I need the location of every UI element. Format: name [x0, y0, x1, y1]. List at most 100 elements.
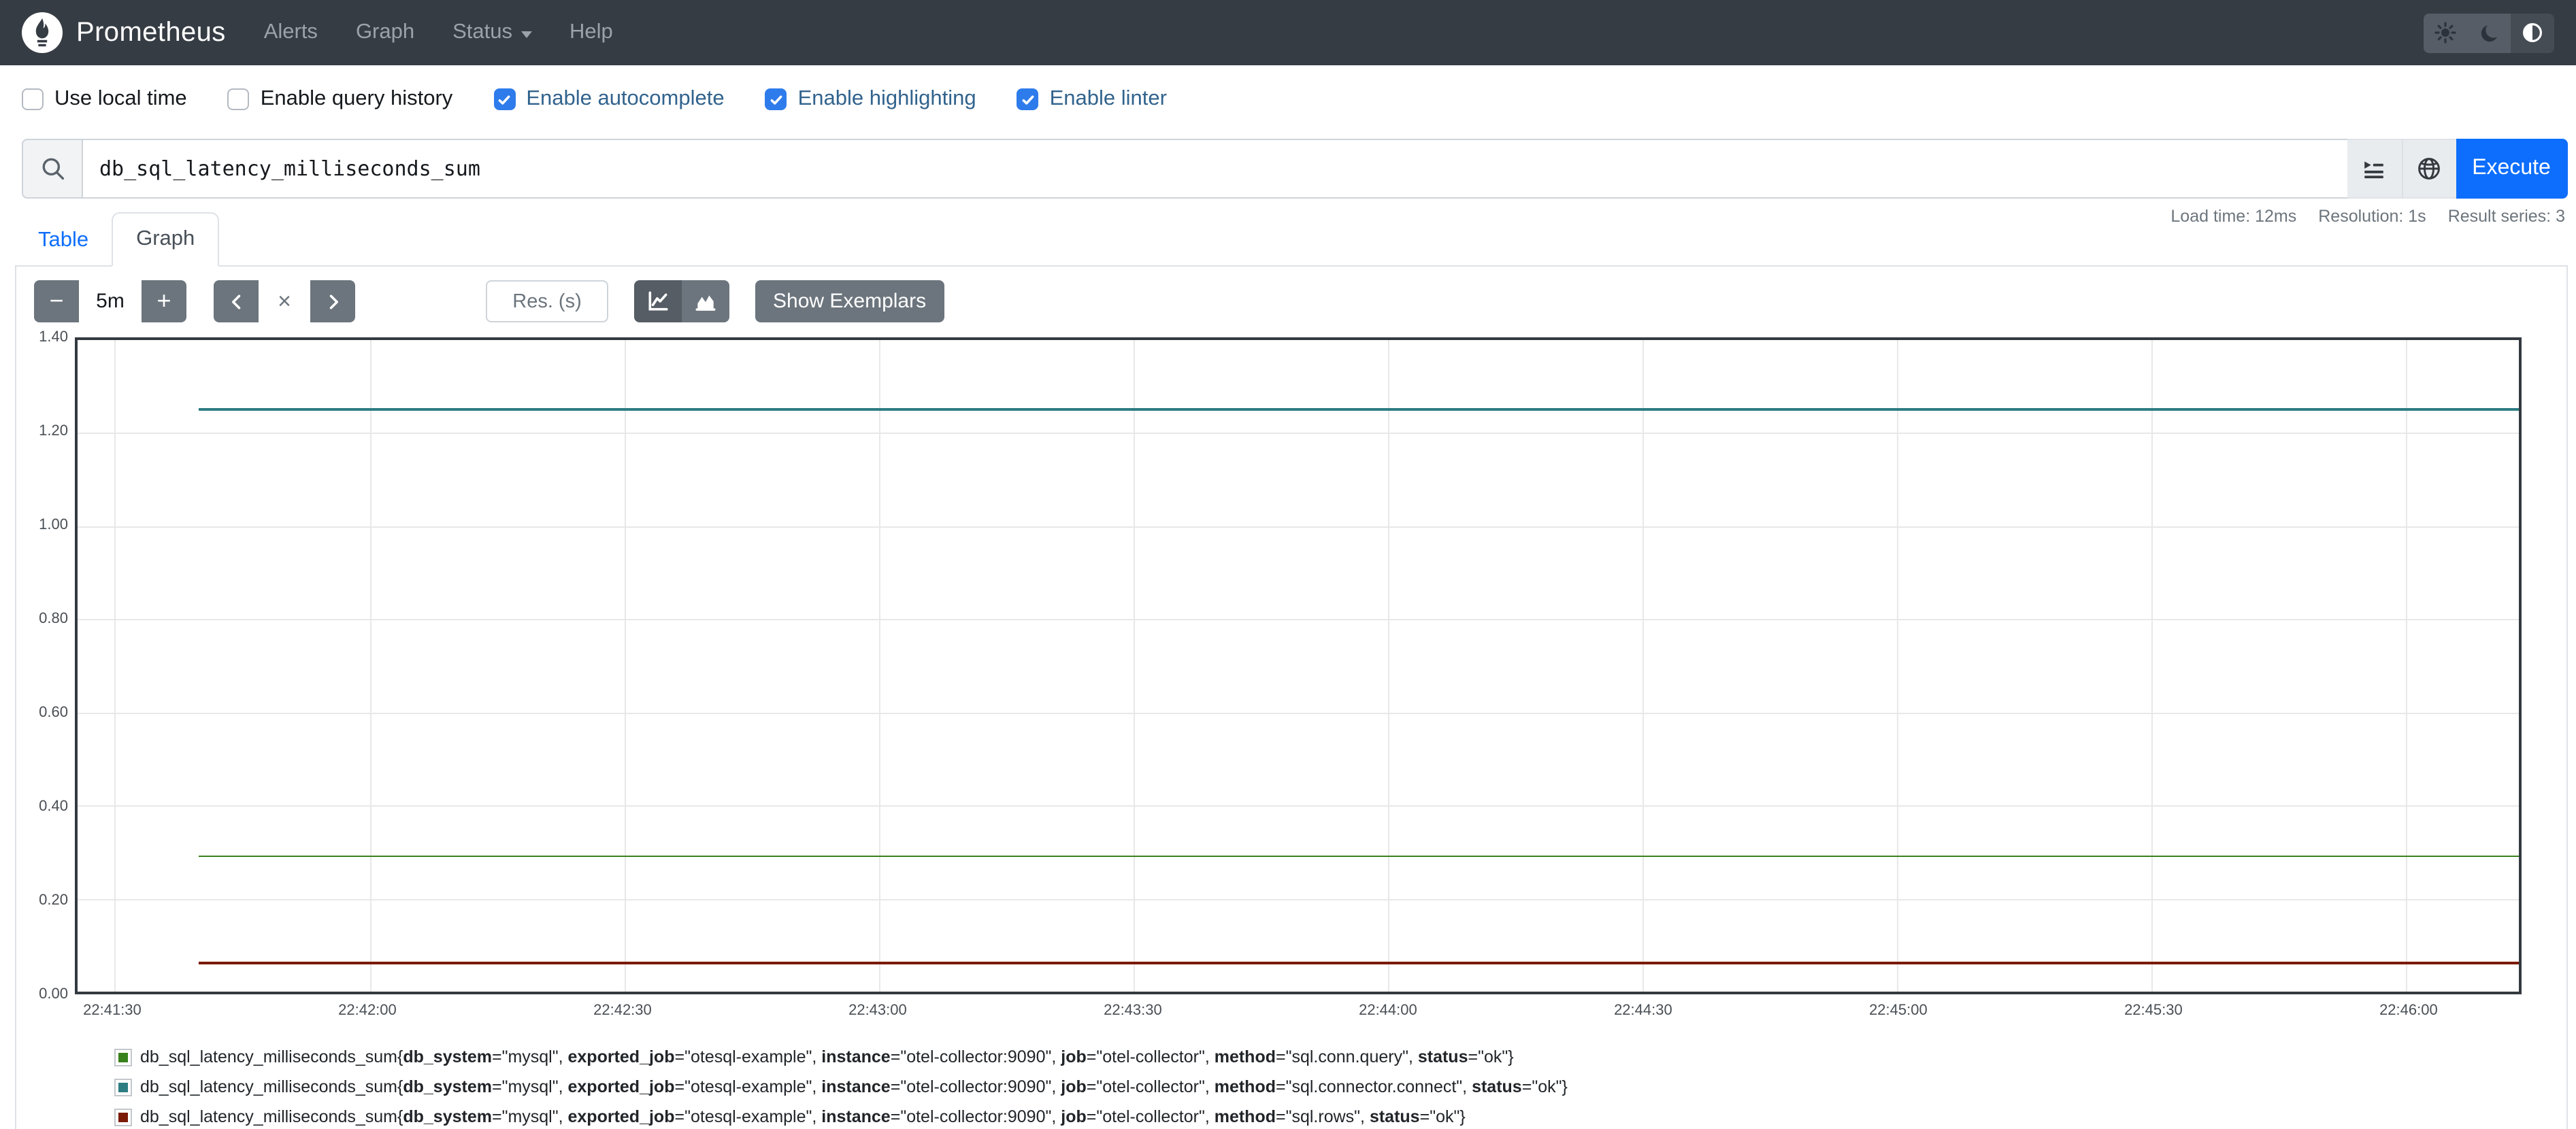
legend-text: db_sql_latency_milliseconds_sum{db_syste… — [140, 1107, 1466, 1126]
shift-back-button[interactable] — [214, 280, 259, 322]
legend-item[interactable]: db_sql_latency_milliseconds_sum{db_syste… — [114, 1072, 1568, 1102]
v-gridline — [2151, 340, 2153, 992]
x-axis-labels: 22:41:3022:42:0022:42:3022:43:0022:43:30… — [74, 1002, 2521, 1022]
line-chart-icon — [646, 290, 670, 313]
chevron-right-icon — [323, 292, 342, 311]
v-gridline — [1133, 340, 1134, 992]
show-exemplars-button[interactable]: Show Exemplars — [755, 280, 944, 322]
x-tick-label: 22:41:30 — [69, 1002, 156, 1019]
x-tick-label: 22:46:00 — [2365, 1002, 2452, 1019]
chart-type-toggle — [634, 280, 729, 322]
line-chart-toggle-button[interactable] — [634, 280, 682, 322]
shift-forward-button[interactable] — [310, 280, 355, 322]
stacked-chart-icon — [694, 290, 717, 313]
light-theme-sun-icon[interactable] — [2424, 13, 2467, 52]
panel-tabs: Table Graph — [15, 209, 2567, 267]
execute-button[interactable]: Execute — [2456, 139, 2567, 199]
tab-graph[interactable]: Graph — [112, 212, 219, 267]
v-gridline — [1388, 340, 1389, 992]
legend-swatch — [114, 1108, 132, 1126]
clear-time-button[interactable]: × — [259, 280, 310, 322]
y-tick-label: 0.40 — [16, 798, 68, 815]
graph-panel: − + × — [15, 267, 2567, 1129]
increase-range-button[interactable]: + — [142, 280, 186, 322]
query-expression-input[interactable] — [82, 139, 2347, 199]
caret-down-icon — [521, 31, 531, 37]
x-tick-label: 22:43:00 — [834, 1002, 921, 1019]
y-tick-label: 1.40 — [16, 329, 68, 346]
nav-link-status[interactable]: Status — [452, 20, 531, 45]
checkbox-label: Enable query history — [261, 87, 453, 112]
page: Prometheus Alerts Graph Status Help — [0, 0, 2576, 1129]
plot-area[interactable] — [74, 337, 2521, 994]
legend-swatch — [114, 1078, 132, 1096]
time-shift-group: × — [214, 280, 355, 322]
metrics-explorer-icon — [2362, 157, 2385, 180]
unchecked-checkbox-icon — [22, 88, 44, 110]
auto-theme-contrast-icon[interactable] — [2511, 13, 2554, 52]
x-tick-label: 22:45:00 — [1855, 1002, 1942, 1019]
v-gridline — [2406, 340, 2407, 992]
v-gridline — [1897, 340, 1898, 992]
v-gridline — [369, 340, 371, 992]
graph-controls: − + × — [34, 280, 2548, 322]
v-gridline — [115, 340, 116, 992]
y-tick-label: 1.00 — [16, 517, 68, 533]
dark-theme-moon-icon[interactable] — [2467, 13, 2511, 52]
checkbox-enable-highlighting[interactable]: Enable highlighting — [765, 87, 976, 112]
y-tick-label: 0.60 — [16, 705, 68, 721]
range-input[interactable] — [79, 290, 142, 313]
chevron-left-icon — [227, 292, 246, 311]
globe-icon — [2417, 156, 2441, 181]
checkbox-label: Enable linter — [1050, 87, 1167, 112]
y-tick-label: 0.20 — [16, 892, 68, 909]
brand-name: Prometheus — [76, 17, 226, 48]
x-tick-label: 22:42:00 — [324, 1002, 411, 1019]
legend-text: db_sql_latency_milliseconds_sum{db_syste… — [140, 1047, 1514, 1066]
y-tick-label: 0.80 — [16, 611, 68, 627]
y-tick-label: 1.20 — [16, 423, 68, 439]
checkbox-use-local-time[interactable]: Use local time — [22, 87, 187, 112]
x-tick-label: 22:44:00 — [1344, 1002, 1432, 1019]
checkbox-label: Enable autocomplete — [526, 87, 724, 112]
legend-item[interactable]: db_sql_latency_milliseconds_sum{db_syste… — [114, 1102, 1568, 1129]
checkbox-label: Enable highlighting — [798, 87, 976, 112]
x-tick-label: 22:42:30 — [579, 1002, 666, 1019]
v-gridline — [624, 340, 625, 992]
prometheus-brand[interactable]: Prometheus — [22, 12, 226, 53]
x-tick-label: 22:43:30 — [1089, 1002, 1176, 1019]
metrics-explorer-button[interactable] — [2347, 139, 2401, 199]
unchecked-checkbox-icon — [228, 88, 250, 110]
nav-link-graph[interactable]: Graph — [356, 20, 414, 45]
legend-swatch — [114, 1048, 132, 1066]
series-line — [199, 962, 2518, 964]
decrease-range-button[interactable]: − — [34, 280, 79, 322]
checkbox-enable-query-history[interactable]: Enable query history — [228, 87, 453, 112]
chart-legend: db_sql_latency_milliseconds_sum{db_syste… — [114, 1042, 1568, 1129]
y-axis-labels: 0.000.200.400.600.801.001.201.40 — [16, 337, 68, 994]
nav-link-alerts[interactable]: Alerts — [264, 20, 318, 45]
navbar: Prometheus Alerts Graph Status Help — [0, 0, 2576, 65]
x-tick-label: 22:45:30 — [2110, 1002, 2197, 1019]
y-tick-label: 0.00 — [16, 986, 68, 1002]
checkbox-enable-linter[interactable]: Enable linter — [1017, 87, 1167, 112]
checkbox-enable-autocomplete[interactable]: Enable autocomplete — [493, 87, 724, 112]
checked-checkbox-icon — [1017, 88, 1039, 110]
v-gridline — [878, 340, 880, 992]
series-line — [199, 856, 2518, 858]
resolution-input[interactable] — [486, 280, 608, 322]
search-icon — [22, 139, 82, 199]
checked-checkbox-icon — [493, 88, 515, 110]
stacked-chart-toggle-button[interactable] — [682, 280, 729, 322]
v-gridline — [1642, 340, 1644, 992]
local-time-globe-button[interactable] — [2401, 139, 2456, 199]
tab-table[interactable]: Table — [15, 215, 112, 267]
x-tick-label: 22:44:30 — [1600, 1002, 1687, 1019]
prometheus-logo-icon — [22, 12, 63, 53]
checked-checkbox-icon — [765, 88, 787, 110]
legend-item[interactable]: db_sql_latency_milliseconds_sum{db_syste… — [114, 1042, 1568, 1072]
nav-link-help[interactable]: Help — [569, 20, 613, 45]
nav-links: Alerts Graph Status Help — [264, 20, 613, 45]
legend-text: db_sql_latency_milliseconds_sum{db_syste… — [140, 1077, 1568, 1096]
series-line — [199, 409, 2518, 411]
